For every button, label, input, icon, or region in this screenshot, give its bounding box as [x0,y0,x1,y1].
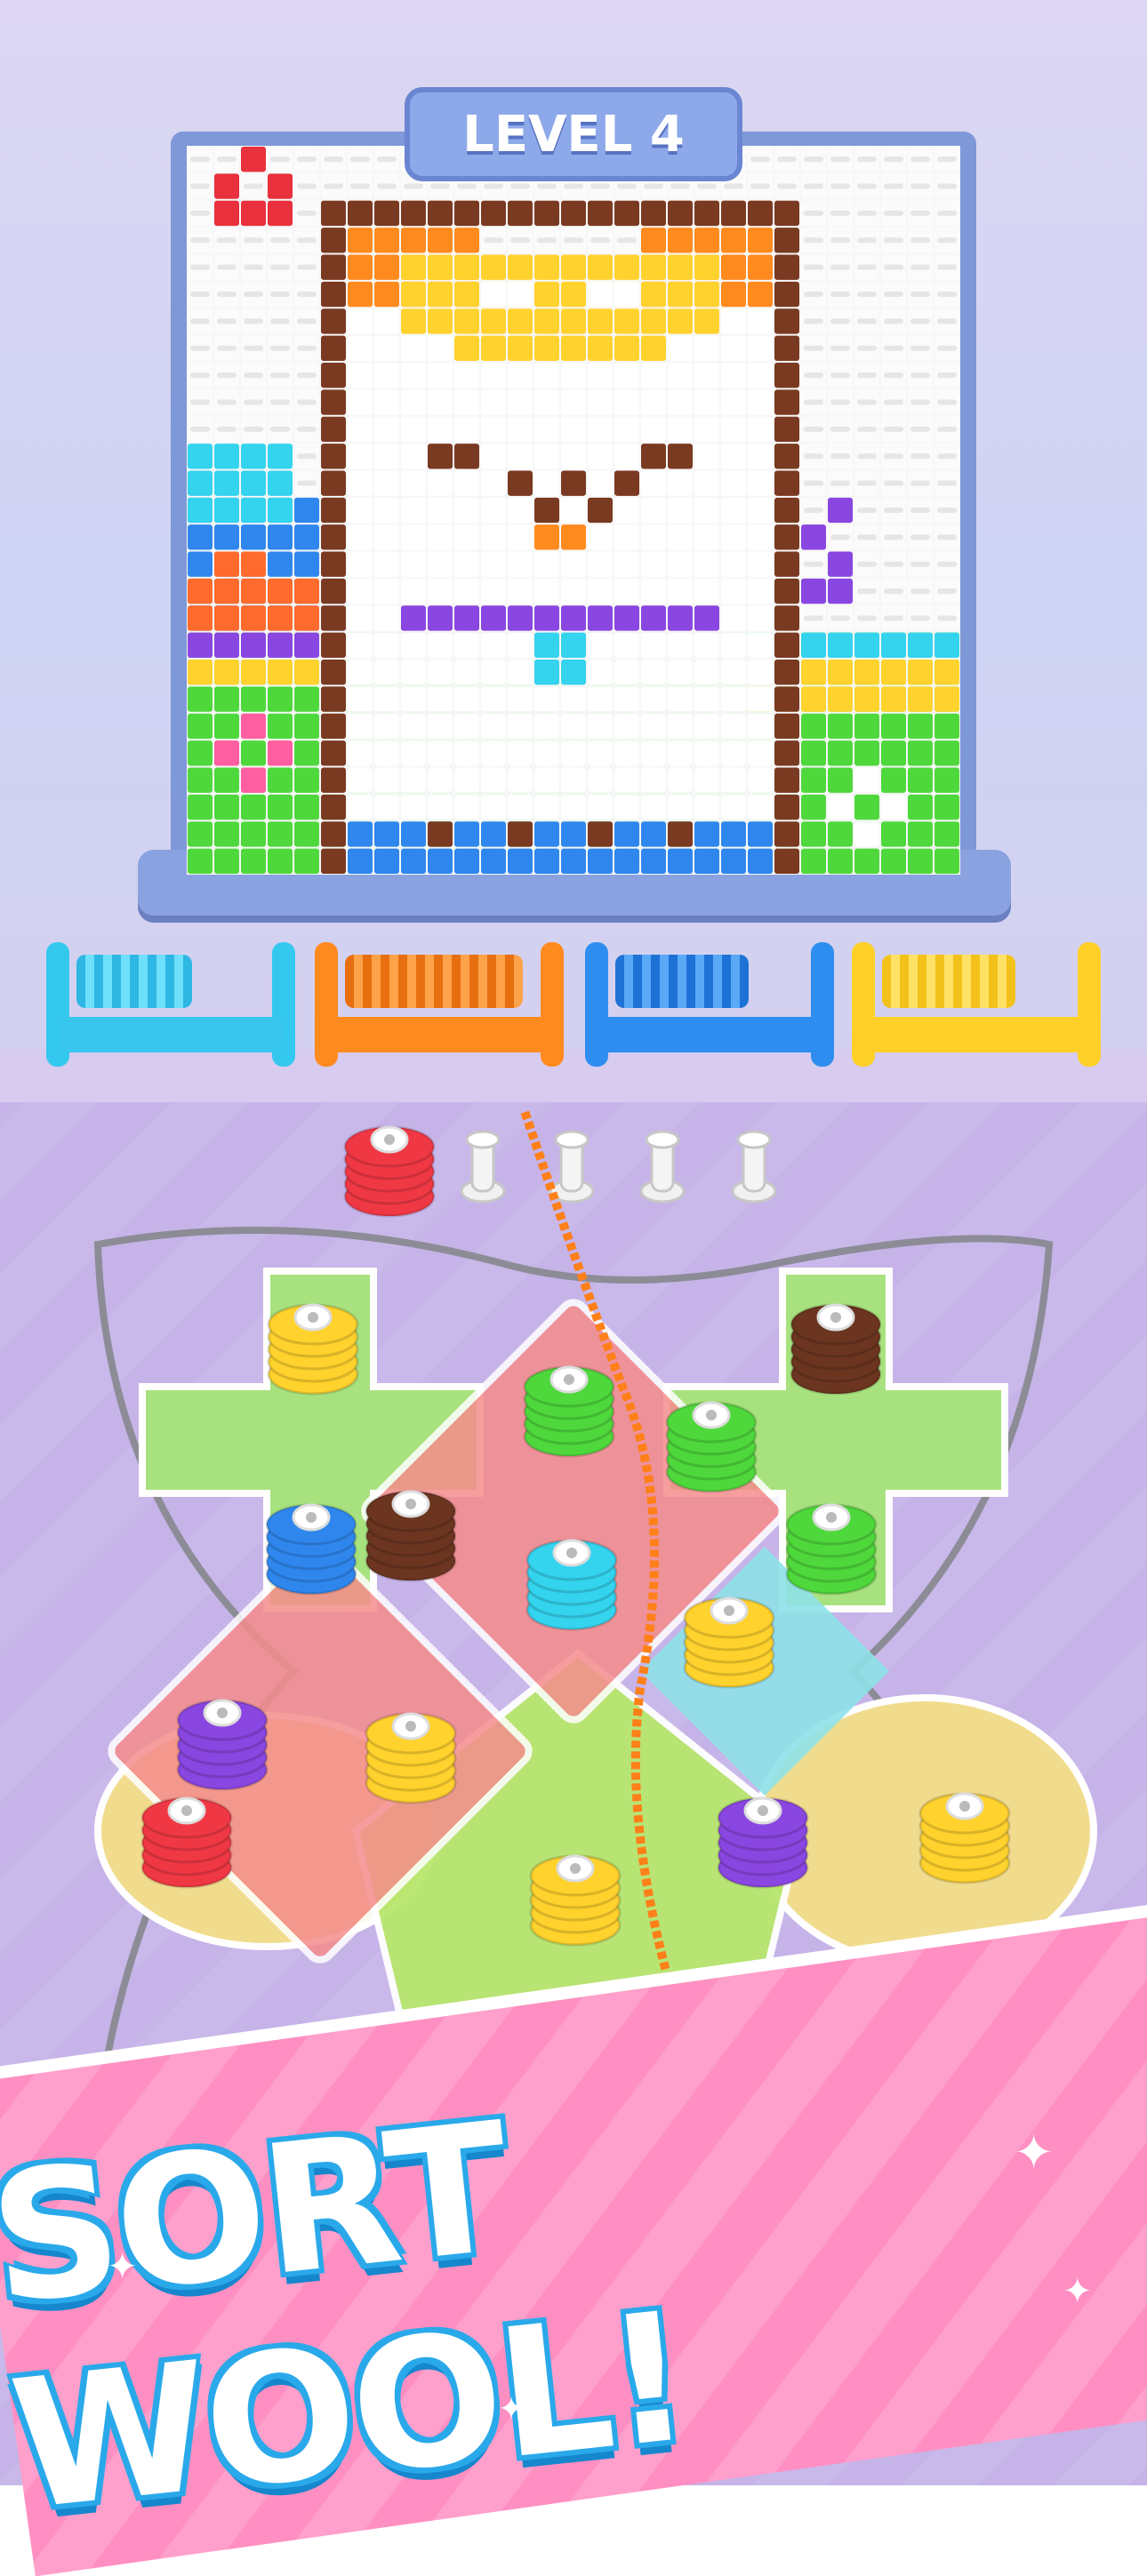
yarn-stack-brown[interactable] [790,1303,882,1396]
yarn-stack-green[interactable] [523,1365,615,1458]
sparkle-icon: ✦ [498,2391,525,2428]
yarn-stack-red[interactable] [140,1796,233,1889]
sparkle-icon: ✦ [1014,2124,1055,2180]
sparkle-icon: ✦ [1063,2271,1093,2312]
spool-yellow[interactable] [852,942,1101,1068]
yarn-stack-green[interactable] [665,1401,758,1493]
yarn-stack-purple[interactable] [176,1699,269,1791]
yarn-stack-yellow[interactable] [267,1303,359,1396]
queue-slot-empty [639,1130,686,1204]
spool-orange[interactable] [315,942,564,1068]
yarn-stack-blue[interactable] [265,1503,357,1596]
level-badge: LEVEL 4 [405,87,742,181]
yarn-stack-cyan[interactable] [525,1539,618,1631]
game-scene: LEVEL 4 SORT WOOL! ✦ ✦ ✦ ✦ [0,0,1147,2576]
yarn-stack-green[interactable] [785,1503,878,1596]
title-banner: SORT WOOL! [0,2084,1147,2550]
queue-slot-empty [731,1130,777,1204]
yarn-stack-yellow[interactable] [529,1854,622,1947]
queue-slot-empty [549,1130,595,1204]
yarn-stack-yellow[interactable] [683,1596,775,1689]
spool-cyan[interactable] [46,942,295,1068]
queue-slot-empty [460,1130,506,1204]
yarn-stack-yellow[interactable] [365,1712,457,1804]
spool-blue[interactable] [585,942,834,1068]
level-label: LEVEL 4 [462,105,685,164]
yarn-stack-yellow[interactable] [918,1792,1011,1884]
pixel-art-cat-picture [187,146,960,875]
yarn-stack-brown[interactable] [365,1490,457,1582]
queue-slot-red[interactable] [343,1125,436,1218]
sparkle-icon: ✦ [107,2244,139,2288]
yarn-stack-purple[interactable] [717,1796,809,1889]
